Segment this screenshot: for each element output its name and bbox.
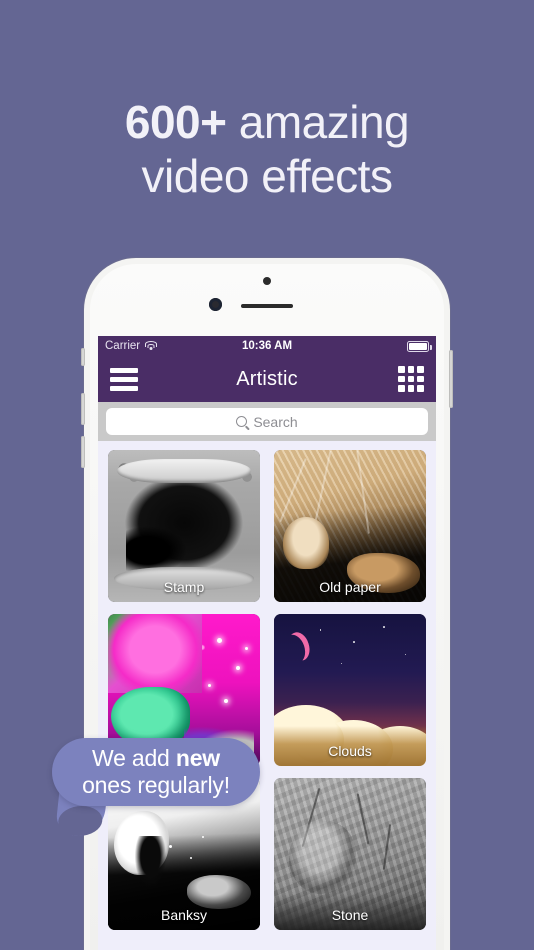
- front-camera-icon: [209, 298, 222, 311]
- proximity-sensor-icon: [263, 277, 271, 285]
- effect-label: Old paper: [319, 579, 381, 595]
- callout-bubble: We add new ones regularly!: [52, 738, 260, 806]
- search-icon: [236, 416, 248, 427]
- hamburger-menu-icon[interactable]: [110, 367, 138, 391]
- headline-line2: video effects: [141, 150, 393, 202]
- earpiece-speaker-icon: [241, 304, 293, 308]
- headline-line1: 600+ amazing: [124, 96, 410, 148]
- battery-icon: [407, 340, 432, 352]
- effects-grid: Stamp Old paper Clouds Banksy Stone: [98, 441, 436, 939]
- effect-label: Banksy: [161, 907, 207, 923]
- search-input[interactable]: Search: [106, 408, 428, 435]
- effect-cell-old-paper[interactable]: Old paper: [274, 450, 426, 602]
- navigation-bar: Artistic: [98, 356, 436, 402]
- silent-switch-button[interactable]: [81, 348, 85, 366]
- headline-line1-rest: amazing: [226, 96, 410, 148]
- callout-line1-prefix: We add: [92, 745, 176, 771]
- effect-cell-stone[interactable]: Stone: [274, 778, 426, 930]
- callout-line2: ones regularly!: [82, 772, 230, 798]
- search-placeholder: Search: [253, 413, 298, 430]
- volume-up-button[interactable]: [81, 393, 85, 425]
- effect-label: Clouds: [328, 743, 372, 759]
- headline-count: 600+: [124, 96, 227, 148]
- callout-line1: We add new: [92, 745, 220, 772]
- effect-cell-stamp[interactable]: Stamp: [108, 450, 260, 602]
- status-bar-right: [407, 340, 432, 352]
- search-bar-tray: Search: [98, 402, 436, 441]
- power-button[interactable]: [449, 350, 453, 408]
- grid-view-icon[interactable]: [398, 365, 424, 392]
- page-title: 600+ amazing video effects: [0, 95, 534, 203]
- status-bar: Carrier 10:36 AM: [98, 336, 436, 356]
- volume-down-button[interactable]: [81, 436, 85, 468]
- effect-cell-clouds[interactable]: Clouds: [274, 614, 426, 766]
- effect-label: Stamp: [163, 579, 205, 595]
- phone-mockup: Carrier 10:36 AM Artistic Search Stamp O…: [81, 258, 453, 950]
- status-bar-clock: 10:36 AM: [241, 340, 293, 352]
- effect-label: Stone: [331, 907, 369, 923]
- nav-title: Artistic: [236, 367, 298, 390]
- phone-screen: Carrier 10:36 AM Artistic Search Stamp O…: [98, 336, 436, 950]
- callout-line1-emphasis: new: [175, 745, 220, 771]
